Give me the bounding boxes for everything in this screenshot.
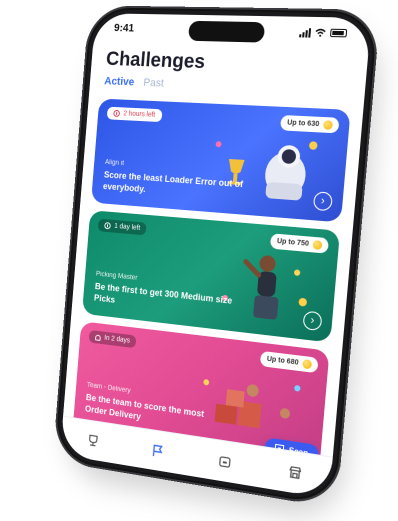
- wifi-icon: [314, 28, 326, 37]
- time-left-badge: In 2 days: [88, 329, 137, 349]
- trophy-icon[interactable]: [84, 431, 101, 451]
- delivery-team-illustration: [203, 379, 301, 429]
- bell-icon: [95, 334, 101, 341]
- battery-icon: [329, 28, 348, 38]
- clock-icon: [113, 109, 121, 118]
- phone-frame: 9:41 Challenges Active Past 2 hours left…: [52, 5, 381, 509]
- page-title: Challenges: [105, 48, 206, 74]
- time-left-badge: 1 day left: [97, 218, 148, 236]
- dynamic-island: [187, 20, 266, 43]
- time-left-text: 2 hours left: [123, 110, 156, 119]
- card-category: Align it: [104, 159, 125, 168]
- reward-text: Up to 680: [266, 355, 299, 367]
- reward-badge: Up to 630: [280, 115, 340, 134]
- reward-text: Up to 630: [286, 119, 320, 129]
- clock-icon: [104, 222, 111, 230]
- app-screen: 9:41 Challenges Active Past 2 hours left…: [59, 13, 372, 499]
- challenge-card-align-it[interactable]: 2 hours left Up to 630 Align it Score th…: [90, 98, 351, 223]
- chevron-right-icon[interactable]: ›: [302, 310, 323, 332]
- status-time: 9:41: [113, 22, 135, 35]
- time-left-text: 1 day left: [113, 222, 141, 232]
- reward-text: Up to 750: [276, 237, 310, 248]
- store-icon[interactable]: [285, 462, 305, 483]
- time-left-badge: 2 hours left: [106, 106, 163, 123]
- reward-badge: Up to 750: [270, 233, 329, 254]
- coin-icon: [312, 239, 323, 251]
- flag-icon[interactable]: [148, 441, 166, 461]
- coin-icon: [322, 120, 334, 130]
- status-bar: 9:41: [93, 13, 371, 49]
- signal-icon: [299, 27, 312, 38]
- status-icons: [299, 27, 348, 38]
- tab-past[interactable]: Past: [143, 77, 164, 90]
- wallet-icon[interactable]: [215, 451, 234, 472]
- time-left-text: In 2 days: [103, 334, 131, 345]
- chevron-right-icon[interactable]: ›: [312, 191, 333, 212]
- tab-active[interactable]: Active: [104, 75, 135, 88]
- challenge-tabs: Active Past: [104, 75, 164, 89]
- challenge-card-picking-master[interactable]: 1 day left Up to 750 Picking Master Be t…: [81, 210, 341, 343]
- coin-icon: [302, 359, 313, 370]
